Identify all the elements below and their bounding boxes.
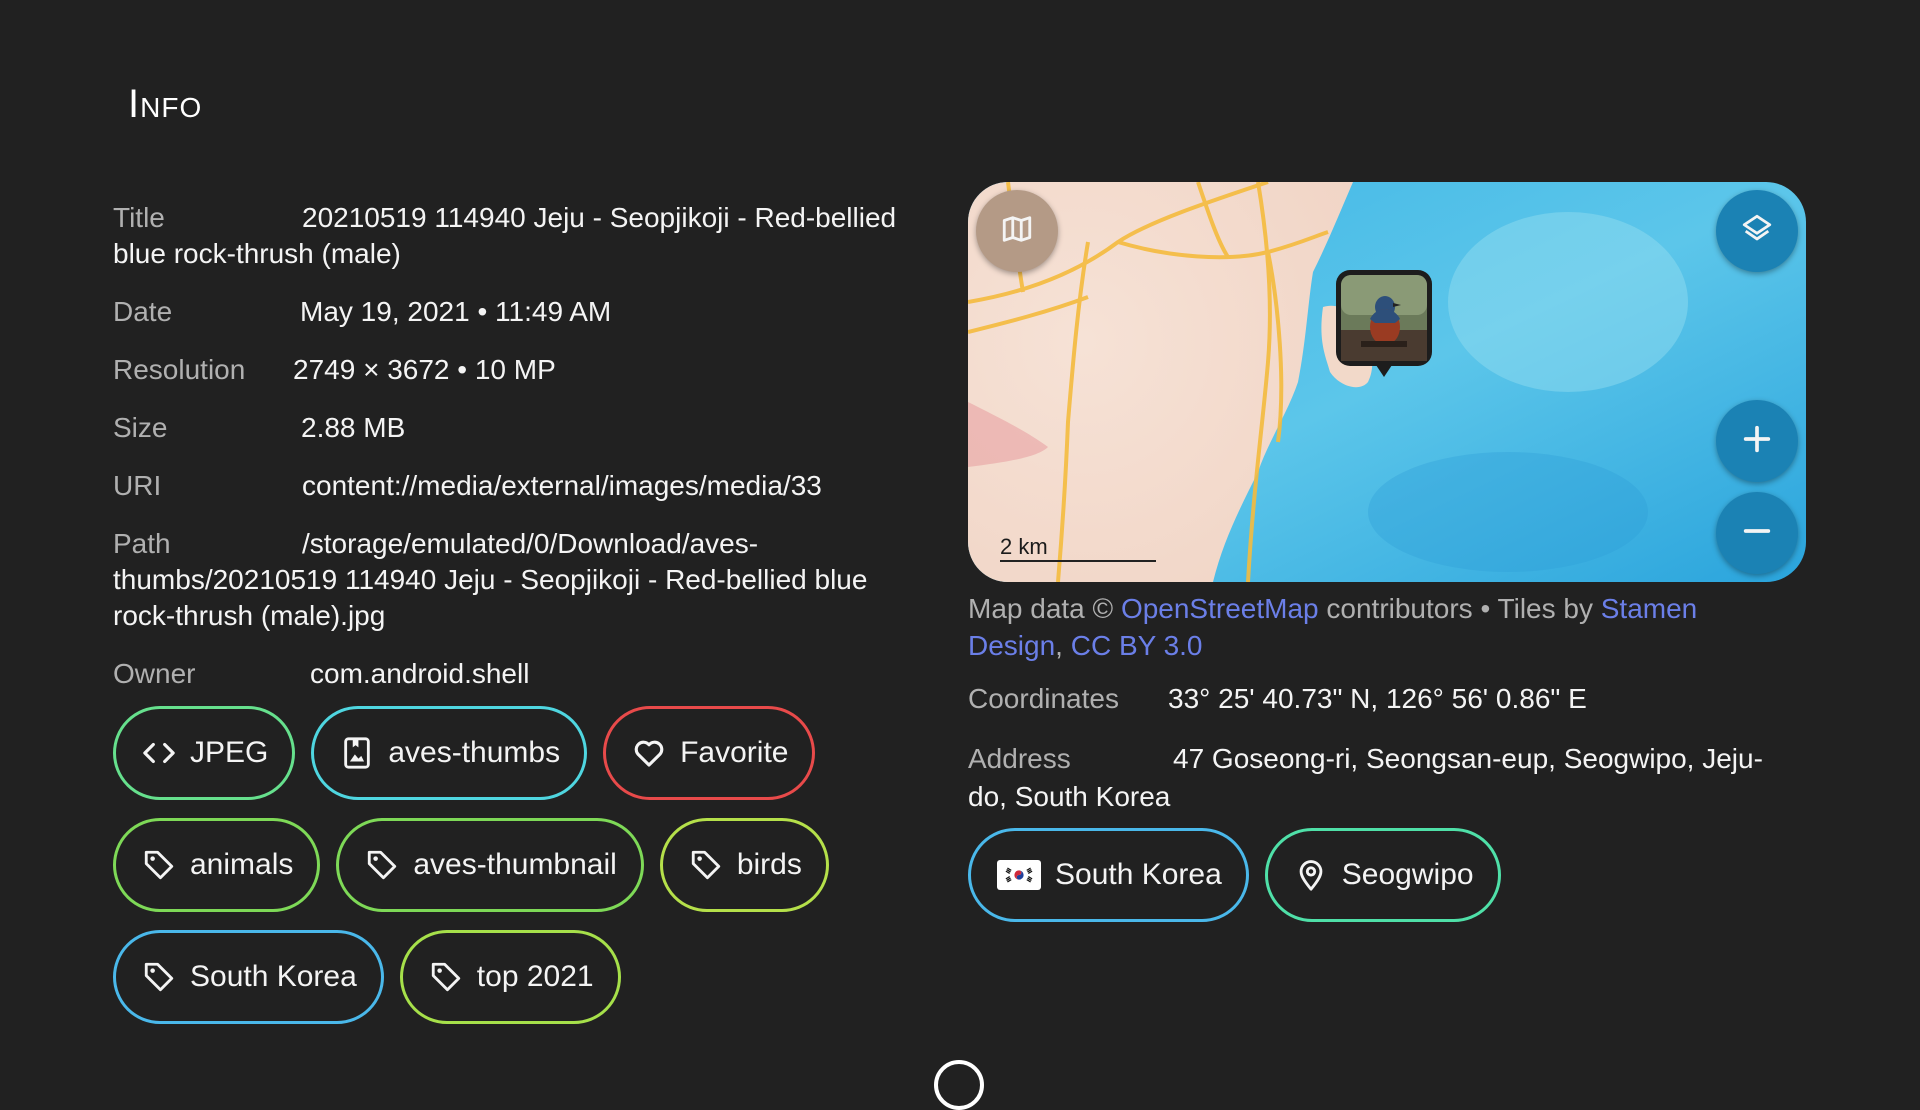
chip-label: animals — [190, 848, 294, 881]
chip-label: aves-thumbnail — [413, 848, 617, 881]
info-uri-row: URI content://media/external/images/media… — [113, 468, 933, 504]
location-section: Coordinates 33° 25' 40.73" N, 126° 56' 0.… — [968, 680, 1788, 838]
tag-icon — [142, 960, 176, 994]
map-style-icon — [1000, 212, 1034, 251]
map-layers-button[interactable] — [1716, 190, 1798, 272]
zoom-out-button[interactable] — [1716, 492, 1798, 574]
place-pin-icon — [1294, 858, 1328, 892]
info-section: Title 20210519 114940 Jeju - Seopjikoji -… — [113, 200, 933, 714]
map-view[interactable]: 2 km — [968, 182, 1806, 582]
info-path-row: Path/storage/emulated/0/Download/aves-th… — [113, 526, 933, 634]
chip-animals[interactable]: animals — [113, 818, 321, 912]
info-title-row: Title 20210519 114940 Jeju - Seopjikoji -… — [113, 200, 933, 272]
tag-icon — [365, 848, 399, 882]
uri-label: URI — [113, 470, 162, 501]
chip-birds[interactable]: birds — [659, 818, 829, 912]
chip-aves-thumbnail[interactable]: aves-thumbnail — [336, 818, 644, 912]
attribution-separator: , — [1055, 630, 1071, 661]
location-chips: South Korea Seogwipo — [968, 828, 1501, 922]
bottom-action-icon[interactable] — [934, 1060, 984, 1110]
layers-icon — [1740, 212, 1774, 251]
tag-icon — [429, 960, 463, 994]
chip-label: South Korea — [190, 960, 357, 993]
bird-thumbnail — [1341, 275, 1427, 361]
photo-marker[interactable] — [1336, 270, 1432, 366]
address-row: Address 47 Goseong-ri, Seongsan-eup, Seog… — [968, 740, 1788, 816]
marker-pointer — [1376, 365, 1392, 377]
map-tiles — [968, 182, 1806, 582]
map-attribution: Map data © OpenStreetMap contributors • … — [968, 590, 1788, 664]
page-title: Info — [128, 82, 203, 126]
title-label: Title — [113, 202, 165, 233]
uri-value: content://media/external/images/media/33 — [302, 470, 822, 501]
map-style-button[interactable] — [976, 190, 1058, 272]
chip-label: JPEG — [190, 736, 269, 769]
chip-label: Favorite — [680, 736, 789, 769]
coordinates-label: Coordinates — [968, 683, 1119, 714]
coordinates-row: Coordinates 33° 25' 40.73" N, 126° 56' 0.… — [968, 680, 1788, 718]
chip-favorite[interactable]: Favorite — [603, 706, 816, 800]
zoom-in-icon — [1740, 422, 1774, 461]
zoom-out-icon — [1740, 514, 1774, 553]
size-label: Size — [113, 412, 168, 443]
chip-top-2021[interactable]: top 2021 — [399, 930, 621, 1024]
album-icon — [340, 736, 374, 770]
tag-chips: JPEG aves-thumbs Favorite animals aves-t… — [113, 706, 933, 1024]
date-value: May 19, 2021 • 11:49 AM — [300, 296, 612, 327]
code-icon — [142, 736, 176, 770]
attribution-prefix: Map data © — [968, 593, 1121, 624]
chip-label: South Korea — [1055, 858, 1222, 891]
cc-by-link[interactable]: CC BY 3.0 — [1071, 630, 1203, 661]
resolution-label: Resolution — [113, 354, 246, 385]
openstreetmap-link[interactable]: OpenStreetMap — [1121, 593, 1319, 624]
owner-label: Owner — [113, 658, 196, 689]
map-scale: 2 km — [1000, 534, 1156, 562]
heart-icon — [632, 736, 666, 770]
chip-jpeg[interactable]: JPEG — [113, 706, 296, 800]
tag-icon — [142, 848, 176, 882]
chip-label: top 2021 — [476, 960, 594, 993]
chip-label: aves-thumbs — [388, 736, 561, 769]
info-size-row: Size 2.88 MB — [113, 410, 933, 446]
info-owner-row: Owner com.android.shell — [113, 656, 933, 692]
zoom-in-button[interactable] — [1716, 400, 1798, 482]
chip-aves-thumbs[interactable]: aves-thumbs — [311, 706, 588, 800]
date-label: Date — [113, 296, 173, 327]
chip-label: birds — [736, 848, 802, 881]
attribution-middle: contributors • Tiles by — [1318, 593, 1601, 624]
address-label: Address — [968, 743, 1071, 774]
size-value: 2.88 MB — [301, 412, 406, 443]
chip-seogwipo[interactable]: Seogwipo — [1264, 828, 1501, 922]
info-date-row: Date May 19, 2021 • 11:49 AM — [113, 294, 933, 330]
chip-label: Seogwipo — [1341, 858, 1474, 891]
path-label: Path — [113, 528, 171, 559]
resolution-value: 2749 × 3672 • 10 MP — [293, 354, 556, 385]
south-korea-flag-icon — [997, 860, 1041, 890]
owner-value: com.android.shell — [310, 658, 530, 689]
chip-south-korea-tag[interactable]: South Korea — [113, 930, 384, 1024]
chip-south-korea-country[interactable]: South Korea — [968, 828, 1249, 922]
info-resolution-row: Resolution 2749 × 3672 • 10 MP — [113, 352, 933, 388]
coordinates-value[interactable]: 33° 25' 40.73" N, 126° 56' 0.86" E — [1168, 683, 1587, 714]
tag-icon — [689, 848, 723, 882]
